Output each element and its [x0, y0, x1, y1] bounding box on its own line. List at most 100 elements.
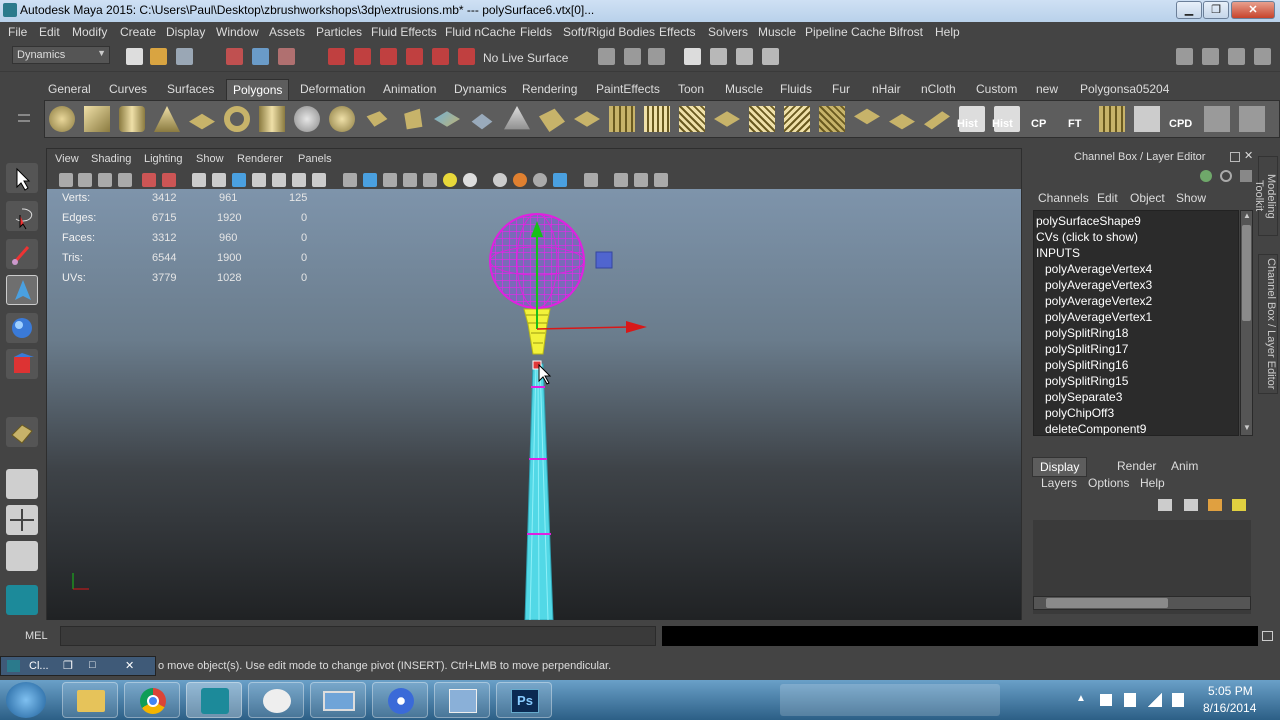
input-node-item[interactable]: polyAverageVertex4 [1045, 262, 1152, 276]
edit-menu[interactable]: Edit [1097, 191, 1118, 205]
input-node-item[interactable]: polySplitRing16 [1045, 358, 1128, 372]
poly-cone-icon[interactable] [154, 106, 180, 132]
last-shelf-tool-icon[interactable] [1239, 106, 1265, 132]
shape-node-item[interactable]: polySurfaceShape9 [1036, 214, 1141, 228]
maximize-icon[interactable]: □ [89, 659, 96, 671]
viewport-scene[interactable]: Verts: Edges: Faces: Tris: UVs: 3412 671… [47, 189, 1021, 620]
start-button[interactable] [6, 682, 46, 718]
select-hierarchy-icon[interactable] [226, 48, 243, 65]
script-tool-icon[interactable] [1204, 106, 1230, 132]
poly-plane-icon[interactable] [189, 113, 215, 130]
ft-button[interactable]: FT [1064, 106, 1090, 132]
menu-solvers[interactable]: Solvers [708, 25, 748, 39]
extrude-icon[interactable] [539, 108, 565, 132]
scrollbar-thumb[interactable] [1046, 598, 1168, 608]
grease-pencil-icon[interactable] [142, 173, 156, 187]
new-layer-selected-icon[interactable] [1208, 499, 1222, 511]
shelf-tab-deformation[interactable]: Deformation [300, 82, 365, 96]
tray-expand-icon[interactable]: ▲ [1076, 693, 1086, 704]
restore-icon[interactable]: ❐ [63, 659, 73, 672]
tab-anim[interactable]: Anim [1164, 457, 1205, 475]
tool-settings-icon[interactable] [1202, 48, 1219, 65]
channel-box-pin-icon[interactable] [1200, 170, 1212, 182]
menu-edit[interactable]: Edit [39, 25, 60, 39]
counter-tool-icon[interactable] [1134, 106, 1160, 132]
select-tool-icon[interactable] [6, 163, 38, 193]
four-pane-layout-icon[interactable] [6, 505, 38, 535]
chrome-taskbar-icon[interactable] [124, 682, 180, 718]
render-frame-icon[interactable] [710, 48, 727, 65]
shadows-icon[interactable] [463, 173, 477, 187]
single-pane-layout-icon[interactable] [6, 469, 38, 499]
use-all-lights-icon[interactable] [443, 173, 457, 187]
paint-select-tool-icon[interactable] [6, 239, 38, 269]
layers-menu[interactable]: Layers [1041, 476, 1077, 490]
modeling-toolkit-toggle-icon[interactable] [1254, 48, 1271, 65]
make-live-icon[interactable] [432, 48, 449, 65]
hist-button-2[interactable]: Hist [992, 106, 1020, 132]
tray-signal-icon[interactable] [1148, 693, 1162, 707]
scene-mesh[interactable] [47, 189, 1021, 620]
offset-edge-loop-icon[interactable] [714, 111, 740, 127]
lasso-tool-icon[interactable] [6, 201, 38, 231]
menu-window[interactable]: Window [216, 25, 259, 39]
combine-icon[interactable] [329, 106, 355, 132]
channel-box-toggle-icon[interactable] [1228, 48, 1245, 65]
menu-set-dropdown[interactable]: Dynamics ▼ [12, 46, 110, 64]
film-gate-icon[interactable] [212, 173, 226, 187]
photoshop-taskbar-icon[interactable]: Ps [496, 682, 552, 718]
collapse-icon[interactable] [819, 106, 845, 132]
smooth-icon[interactable] [434, 111, 460, 127]
cpd-button[interactable]: CPD [1169, 106, 1195, 132]
menu-modify[interactable]: Modify [72, 25, 107, 39]
viewport-menu-view[interactable]: View [55, 153, 79, 165]
close-button[interactable]: ✕ [1231, 1, 1275, 19]
menu-soft-rigid-bodies[interactable]: Soft/Rigid Bodies [563, 25, 655, 39]
object-menu[interactable]: Object [1130, 191, 1165, 205]
textured-icon[interactable] [403, 173, 417, 187]
command-input[interactable] [60, 626, 656, 646]
soccer-ball-icon[interactable] [294, 106, 320, 132]
viewport-menu-panels[interactable]: Panels [298, 153, 332, 165]
render-settings-icon[interactable] [684, 48, 701, 65]
snap-grid-icon[interactable] [328, 48, 345, 65]
attribute-editor-icon[interactable] [1176, 48, 1193, 65]
shelf-tab-general[interactable]: General [48, 82, 91, 96]
shelf-options-handle[interactable] [8, 84, 38, 140]
shelf-tab-curves[interactable]: Curves [109, 82, 147, 96]
input-ops-icon[interactable] [598, 48, 615, 65]
menu-fluid-effects[interactable]: Fluid Effects [371, 25, 437, 39]
input-node-item[interactable]: deleteComponent9 [1045, 422, 1146, 435]
poly-sphere-icon[interactable] [49, 106, 75, 132]
xray-icon[interactable] [423, 173, 437, 187]
open-scene-icon[interactable] [150, 48, 167, 65]
channel-box-settings-icon[interactable] [1240, 170, 1252, 182]
scale-tool-icon[interactable] [6, 349, 38, 379]
float-panel-icon[interactable] [1230, 152, 1240, 162]
separate-icon[interactable] [366, 111, 388, 127]
bookmarks-icon[interactable] [98, 173, 112, 187]
screen-capture-taskbar-icon[interactable] [310, 682, 366, 718]
motion-blur-icon[interactable] [513, 173, 527, 187]
minimize-button[interactable]: ▁ [1176, 1, 1202, 19]
layer-stack-icon[interactable] [1158, 499, 1172, 511]
clock-date[interactable]: 8/16/2014 [1203, 701, 1256, 715]
xray-joints-icon[interactable] [614, 173, 628, 187]
input-node-item[interactable]: polySplitRing18 [1045, 326, 1128, 340]
taskbar-preview-area[interactable] [780, 684, 1000, 716]
shelf-tab-rendering[interactable]: Rendering [522, 82, 577, 96]
input-node-item[interactable]: polySplitRing15 [1045, 374, 1128, 388]
channel-box-sync-icon[interactable] [1220, 170, 1232, 182]
new-scene-icon[interactable] [126, 48, 143, 65]
tab-display[interactable]: Display [1032, 457, 1088, 477]
image-plane-icon[interactable] [118, 173, 132, 187]
history-icon[interactable] [648, 48, 665, 65]
menu-create[interactable]: Create [120, 25, 156, 39]
poly-cube-icon[interactable] [84, 106, 110, 132]
poly-torus-icon[interactable] [224, 106, 250, 132]
bridge-icon[interactable] [574, 111, 600, 127]
shelf-tab-animation[interactable]: Animation [383, 82, 436, 96]
camera-select-icon[interactable] [59, 173, 73, 187]
share-icon[interactable] [654, 173, 668, 187]
new-layer-icon[interactable] [1184, 499, 1198, 511]
